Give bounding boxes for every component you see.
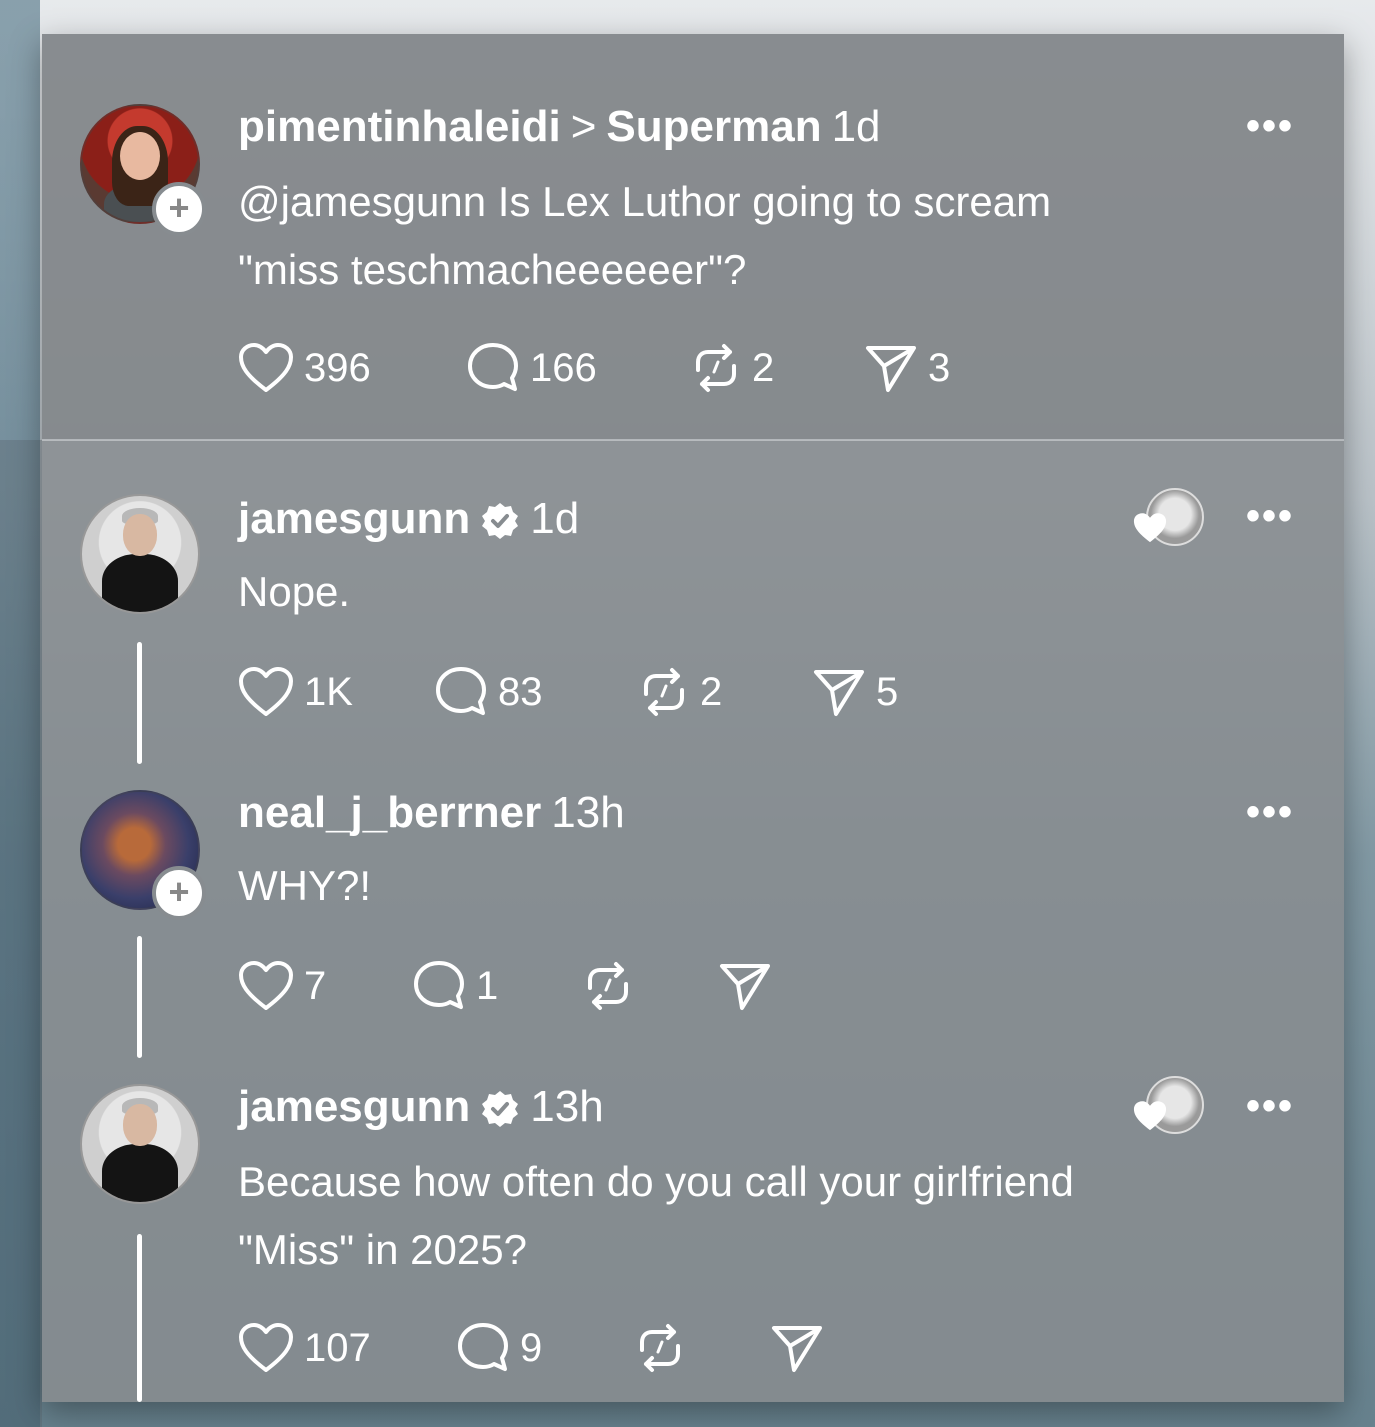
like-count: 7: [304, 963, 327, 1008]
share-count: 3: [928, 345, 951, 390]
topic-tag[interactable]: Superman: [606, 102, 821, 151]
post-text: Because how often do you call your girlf…: [238, 1148, 1298, 1284]
heart-icon: [239, 667, 293, 716]
creator-liked-badge: [1132, 488, 1204, 548]
username[interactable]: jamesgunn: [238, 1082, 470, 1131]
post-text-line: "Miss" in 2025?: [238, 1226, 527, 1273]
timestamp: 1d: [831, 102, 881, 151]
repost-button[interactable]: [634, 1318, 686, 1378]
repost-count: 2: [752, 345, 775, 390]
repost-icon: [696, 344, 736, 392]
send-icon: [720, 964, 770, 1010]
reply-button[interactable]: 1: [412, 956, 498, 1016]
send-icon: [814, 670, 864, 716]
like-button[interactable]: 107: [238, 1318, 371, 1378]
follow-plus-icon[interactable]: +: [152, 866, 206, 920]
share-count: 5: [876, 669, 899, 714]
post-text: @jamesgunn Is Lex Luthor going to scream…: [238, 168, 1298, 304]
like-count: 107: [304, 1325, 371, 1370]
background-strip: [0, 440, 42, 1427]
reply-button[interactable]: 83: [434, 662, 543, 722]
post-text-line: WHY?!: [238, 862, 372, 909]
reply-count: 83: [498, 669, 543, 714]
thread-line: [137, 936, 142, 1058]
like-button[interactable]: 396: [238, 338, 371, 398]
like-button[interactable]: 7: [238, 956, 326, 1016]
repost-button[interactable]: 2: [690, 338, 774, 398]
username[interactable]: pimentinhaleidi: [238, 102, 561, 151]
comment-icon: [468, 343, 518, 391]
repost-count: 2: [700, 669, 723, 714]
username[interactable]: neal_j_berrner: [238, 788, 541, 837]
post-text: Nope.: [238, 558, 1298, 626]
reply-count: 1: [476, 963, 499, 1008]
post-text-line: "miss teschmacheeeeeer"?: [238, 246, 747, 293]
heart-icon: [239, 961, 293, 1010]
repost-icon: [644, 668, 684, 716]
share-button[interactable]: 5: [812, 662, 898, 722]
heart-icon: [1133, 513, 1167, 543]
repost-button[interactable]: 2: [638, 662, 722, 722]
avatar[interactable]: [80, 494, 200, 614]
follow-plus-icon[interactable]: +: [152, 182, 206, 236]
timestamp: 1d: [530, 494, 580, 543]
timestamp: 13h: [551, 788, 625, 837]
reply-button[interactable]: 9: [456, 1318, 542, 1378]
verified-icon: [482, 1091, 519, 1128]
verified-icon: [482, 503, 519, 540]
avatar[interactable]: [80, 1084, 200, 1204]
post-text: WHY?!: [238, 852, 1298, 920]
thread-line: [137, 1234, 142, 1402]
more-icon[interactable]: •••: [1246, 1084, 1294, 1129]
more-icon[interactable]: •••: [1246, 790, 1294, 835]
post-text-line: @jamesgunn Is Lex Luthor going to scream: [238, 178, 1052, 225]
comment-icon: [436, 667, 486, 715]
reply-count: 166: [530, 345, 597, 390]
like-count: 396: [304, 345, 371, 390]
chevron-right-icon: >: [570, 102, 597, 151]
comment-icon: [414, 961, 464, 1009]
share-button[interactable]: [770, 1318, 824, 1378]
repost-button[interactable]: [582, 956, 634, 1016]
send-icon: [866, 346, 916, 392]
like-button[interactable]: 1K: [238, 662, 353, 722]
post-header: jamesgunn 1d: [238, 494, 579, 544]
timestamp: 13h: [530, 1082, 604, 1131]
thread-panel: + pimentinhaleidi > Superman 1d ••• @jamesg…: [42, 34, 1344, 1402]
heart-icon: [239, 343, 293, 392]
post-header: neal_j_berrner 13h: [238, 788, 625, 838]
share-button[interactable]: 3: [864, 338, 950, 398]
more-icon[interactable]: •••: [1246, 104, 1294, 149]
heart-icon: [239, 1323, 293, 1372]
comment-icon: [458, 1323, 508, 1371]
reply-button[interactable]: 166: [466, 338, 597, 398]
post-header: pimentinhaleidi > Superman 1d: [238, 102, 881, 152]
repost-icon: [640, 1324, 680, 1372]
like-count: 1K: [304, 669, 353, 714]
repost-icon: [588, 962, 628, 1010]
divider: [42, 439, 1344, 441]
reply-count: 9: [520, 1325, 543, 1370]
heart-icon: [1133, 1101, 1167, 1131]
send-icon: [772, 1326, 822, 1372]
post-header: jamesgunn 13h: [238, 1082, 604, 1132]
share-button[interactable]: [718, 956, 772, 1016]
post-text-line: Nope.: [238, 568, 351, 615]
more-icon[interactable]: •••: [1246, 494, 1294, 539]
thread-line: [137, 642, 142, 764]
post-text-line: Because how often do you call your girlf…: [238, 1158, 1074, 1205]
username[interactable]: jamesgunn: [238, 494, 470, 543]
creator-liked-badge: [1132, 1076, 1204, 1136]
